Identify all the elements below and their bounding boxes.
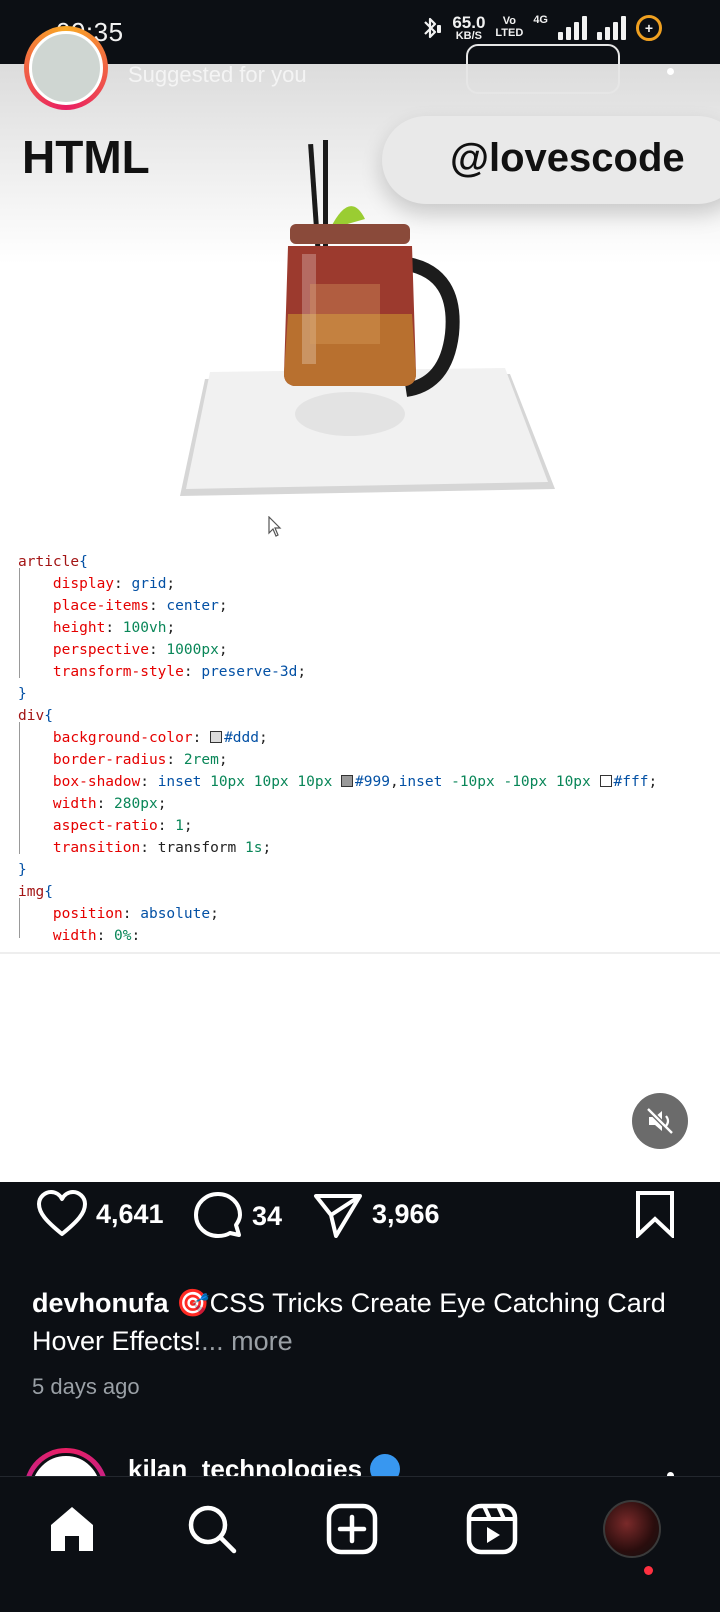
post-video[interactable]: HTML @lovescode article{ display: grid; bbox=[0, 64, 720, 1182]
heart-icon bbox=[37, 1190, 87, 1236]
post-header: Suggested for you bbox=[0, 26, 720, 110]
share-icon bbox=[314, 1194, 362, 1238]
code-line: display: grid; bbox=[52, 576, 176, 592]
code-line: background-color: #ddd; bbox=[52, 730, 268, 746]
code-divider bbox=[0, 952, 720, 954]
post-actions: 4,641 34 3,966 bbox=[0, 1182, 720, 1252]
signal-strength-2-icon bbox=[597, 16, 626, 40]
code-line: width: 0%; bbox=[52, 928, 141, 940]
post-options-icon[interactable] bbox=[667, 68, 674, 75]
caption-username[interactable]: devhonufa bbox=[32, 1288, 169, 1318]
comment-action[interactable]: 34 bbox=[192, 1190, 282, 1242]
network-type: 4G bbox=[533, 14, 548, 26]
home-icon bbox=[51, 1507, 93, 1551]
code-line: perspective: 1000px; bbox=[52, 642, 228, 658]
nav-reels[interactable] bbox=[462, 1499, 522, 1559]
volte-indicator: Vo LTED bbox=[495, 16, 523, 39]
profile-avatar bbox=[603, 1500, 661, 1558]
network-speed-value: 65.0 bbox=[452, 13, 486, 32]
like-action[interactable]: 4,641 bbox=[36, 1190, 164, 1238]
network-speed-unit: KB/S bbox=[455, 30, 482, 42]
share-count: 3,966 bbox=[372, 1198, 440, 1229]
bottom-navigation bbox=[0, 1476, 720, 1612]
nav-profile[interactable] bbox=[600, 1497, 664, 1561]
code-line: div{ bbox=[18, 708, 53, 724]
like-count: 4,641 bbox=[96, 1198, 164, 1229]
code-line: box-shadow: inset 10px 10px 10px #999,in… bbox=[52, 774, 658, 790]
nav-search[interactable] bbox=[182, 1499, 242, 1559]
volte-bottom: LTED bbox=[495, 27, 524, 39]
video-title-text: HTML bbox=[22, 131, 150, 183]
share-action[interactable]: 3,966 bbox=[312, 1190, 440, 1238]
profile-notification-dot bbox=[644, 1566, 653, 1575]
save-action[interactable] bbox=[634, 1190, 676, 1238]
code-line: aspect-ratio: 1; bbox=[52, 818, 193, 834]
post-author-avatar[interactable] bbox=[24, 26, 108, 110]
follow-button[interactable] bbox=[466, 44, 620, 94]
post-caption[interactable]: devhonufa 🎯CSS Tricks Create Eye Catchin… bbox=[32, 1284, 692, 1360]
code-line: } bbox=[18, 862, 27, 878]
code-line: height: 100vh; bbox=[52, 620, 176, 636]
search-icon bbox=[188, 1505, 237, 1554]
nav-create[interactable] bbox=[322, 1499, 382, 1559]
verified-badge-icon bbox=[370, 1454, 400, 1476]
caption-emoji: 🎯 bbox=[176, 1288, 210, 1318]
battery-saver-icon: + bbox=[636, 15, 662, 41]
code-line: } bbox=[18, 686, 27, 702]
suggested-for-you-label: Suggested for you bbox=[128, 62, 307, 87]
nav-home[interactable] bbox=[42, 1499, 102, 1559]
next-post-avatar[interactable] bbox=[24, 1448, 108, 1476]
mute-toggle-button[interactable] bbox=[632, 1093, 688, 1149]
status-icons: 65.0 KB/S Vo LTED 4G + bbox=[420, 14, 662, 42]
comment-count: 34 bbox=[252, 1200, 283, 1231]
code-line: border-radius: 2rem; bbox=[52, 752, 228, 768]
code-line: article{ bbox=[18, 554, 88, 570]
bluetooth-icon bbox=[424, 17, 442, 39]
drink-on-card-image bbox=[180, 140, 555, 496]
post-time-ago: 5 days ago bbox=[32, 1374, 140, 1399]
code-line: transform-style: preserve-3d; bbox=[52, 664, 307, 680]
comment-icon bbox=[194, 1192, 242, 1238]
caption-more-link[interactable]: ... more bbox=[201, 1326, 293, 1356]
bookmark-icon bbox=[636, 1191, 674, 1238]
code-line: img{ bbox=[18, 884, 53, 900]
next-post-header: kilan_technologies bbox=[0, 1440, 720, 1476]
muted-speaker-icon bbox=[646, 1107, 674, 1135]
next-post-username[interactable]: kilan_technologies bbox=[128, 1454, 362, 1476]
code-line: transition: transform 1s; bbox=[52, 840, 272, 856]
create-icon bbox=[326, 1503, 378, 1555]
code-line: place-items: center; bbox=[52, 598, 228, 614]
network-speed: 65.0 KB/S bbox=[452, 14, 485, 42]
code-line: position: absolute; bbox=[52, 906, 219, 922]
mouse-cursor-icon bbox=[268, 516, 282, 537]
code-line: width: 280px; bbox=[52, 796, 167, 812]
reels-icon bbox=[466, 1503, 518, 1555]
code-snippet: article{ display: grid; place-items: cen… bbox=[0, 550, 720, 960]
signal-strength-1-icon bbox=[558, 16, 587, 40]
